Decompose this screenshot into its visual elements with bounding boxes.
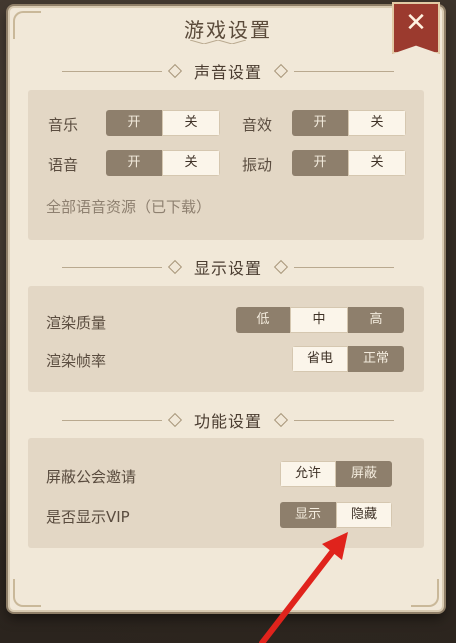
annotation-arrow-icon — [259, 532, 348, 643]
